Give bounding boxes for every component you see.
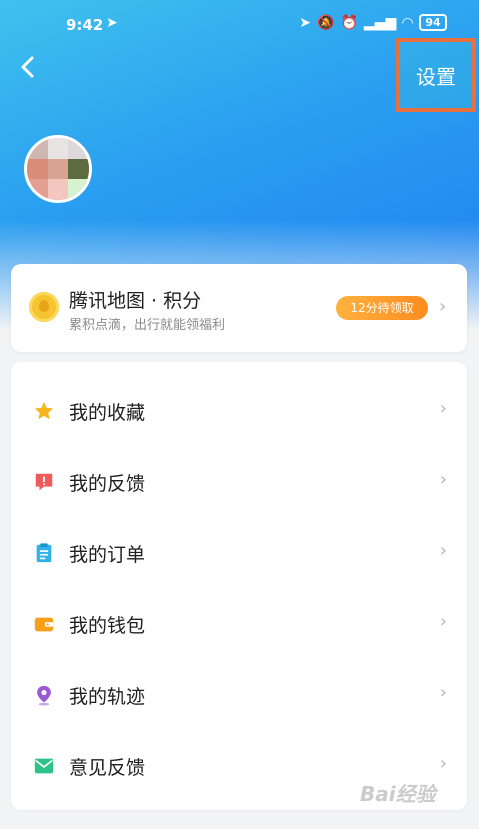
avatar[interactable]: [24, 135, 92, 203]
menu-item-wallet[interactable]: 我的钱包 ›: [11, 589, 467, 659]
menu-item-label: 我的轨迹: [69, 686, 146, 708]
menu-card: 我的收藏 › 我的反馈 › 我的订单 › 我的钱包 › 我的轨迹 › 意见反馈 …: [11, 362, 467, 810]
chevron-right-icon: ›: [439, 398, 447, 419]
watermark: Bai经验: [360, 782, 436, 806]
points-title: 腾讯地图 · 积分: [69, 290, 202, 312]
coin-icon: [29, 292, 59, 322]
mail-icon: [34, 758, 54, 774]
mute-icon: 🔕: [317, 14, 335, 31]
star-icon: [34, 401, 54, 420]
chevron-right-icon: ›: [439, 753, 447, 774]
menu-item-my-feedback[interactable]: 我的反馈 ›: [11, 447, 467, 517]
menu-item-label: 意见反馈: [69, 757, 146, 779]
signal-icon: ▂▄▆: [363, 14, 397, 31]
location-arrow-icon: ➤: [106, 15, 118, 31]
menu-item-label: 我的反馈: [69, 473, 146, 495]
menu-item-label: 我的钱包: [69, 615, 146, 637]
gps-icon: ➤: [299, 14, 312, 31]
back-arrow-icon: [21, 56, 34, 78]
status-icons: ➤ 🔕 ⏰ ▂▄▆ ◠ 94: [299, 14, 447, 31]
points-badge[interactable]: 12分待领取: [336, 296, 428, 320]
settings-button[interactable]: 设置: [396, 38, 476, 112]
wifi-icon: ◠: [402, 14, 413, 31]
menu-item-favorites[interactable]: 我的收藏 ›: [11, 376, 467, 446]
menu-item-track[interactable]: 我的轨迹 ›: [11, 660, 467, 730]
status-time: 9:42: [66, 16, 104, 34]
feedback-icon: [35, 473, 53, 491]
points-subtitle: 累积点滴，出行就能领福利: [69, 318, 226, 333]
chevron-right-icon: ›: [439, 682, 447, 703]
location-pin-icon: [37, 685, 51, 706]
menu-item-label: 我的订单: [69, 544, 146, 566]
battery-icon: 94: [419, 14, 447, 31]
back-button[interactable]: [14, 52, 44, 82]
menu-item-label: 我的收藏: [69, 402, 146, 424]
alarm-icon: ⏰: [340, 14, 358, 31]
chevron-right-icon: ›: [439, 296, 447, 317]
wallet-icon: [34, 617, 54, 632]
chevron-right-icon: ›: [439, 611, 447, 632]
chevron-right-icon: ›: [439, 540, 447, 561]
clipboard-icon: [36, 543, 52, 563]
chevron-right-icon: ›: [439, 469, 447, 490]
menu-item-orders[interactable]: 我的订单 ›: [11, 518, 467, 588]
